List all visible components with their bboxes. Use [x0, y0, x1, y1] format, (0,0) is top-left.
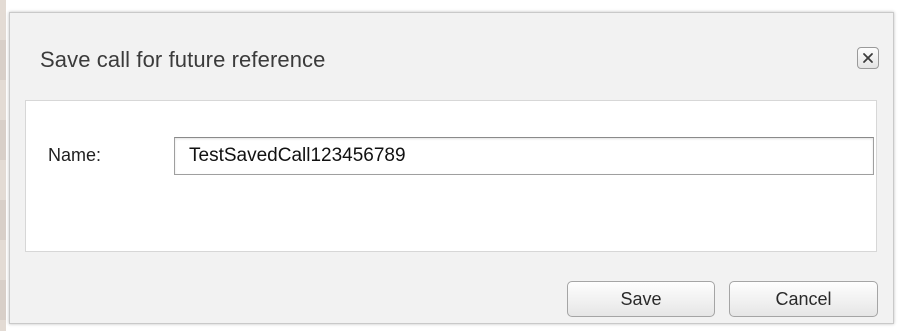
dialog-header: Save call for future reference [10, 13, 893, 98]
name-input[interactable] [174, 137, 874, 175]
close-icon [862, 52, 874, 64]
save-button[interactable]: Save [567, 281, 715, 317]
close-button[interactable] [857, 47, 879, 69]
save-call-dialog: Save call for future reference Name: Sav… [9, 12, 894, 324]
background-edge [0, 0, 6, 331]
dialog-body: Name: [25, 100, 877, 252]
name-label: Name: [48, 145, 102, 165]
dialog-footer: Save Cancel [10, 252, 893, 323]
dialog-title: Save call for future reference [40, 47, 326, 72]
cancel-button[interactable]: Cancel [729, 281, 878, 317]
